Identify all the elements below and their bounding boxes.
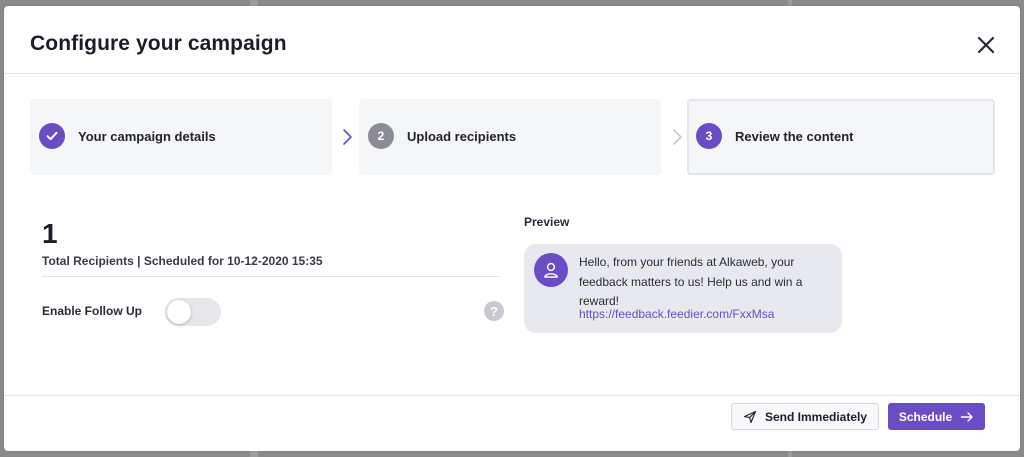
stepper: Your campaign details 2 Upload recipient… xyxy=(30,99,995,175)
step-circle-active: 3 xyxy=(696,123,722,149)
send-immediately-label: Send Immediately xyxy=(764,409,868,424)
step-label: Upload recipients xyxy=(407,129,517,144)
toggle-knob xyxy=(167,300,191,324)
close-button[interactable] xyxy=(974,33,998,57)
recipients-summary: Total Recipients | Scheduled for 10-12-2… xyxy=(42,254,323,268)
preview-label: Preview xyxy=(524,215,570,229)
follow-up-label: Enable Follow Up xyxy=(42,304,143,318)
schedule-button[interactable]: Schedule xyxy=(888,403,985,430)
send-immediately-button[interactable]: Send Immediately xyxy=(731,403,879,430)
user-icon xyxy=(544,262,558,278)
follow-up-toggle[interactable] xyxy=(165,298,221,326)
step-label: Your campaign details xyxy=(78,129,216,144)
step-review-content[interactable]: 3 Review the content xyxy=(687,99,995,175)
arrow-right-icon xyxy=(960,411,973,422)
close-icon xyxy=(977,36,995,54)
campaign-modal: Configure your campaign Your campaign de… xyxy=(4,6,1020,451)
preview-link[interactable]: https://feedback.feedier.com/FxxMsa xyxy=(579,307,774,321)
chevron-right-icon xyxy=(343,129,352,145)
modal-header: Configure your campaign xyxy=(4,6,1020,74)
modal-title: Configure your campaign xyxy=(30,32,287,55)
schedule-label: Schedule xyxy=(898,409,953,424)
step-circle-pending: 2 xyxy=(368,123,394,149)
step-upload-recipients[interactable]: 2 Upload recipients xyxy=(359,99,661,175)
check-icon xyxy=(46,131,58,141)
step-label: Review the content xyxy=(735,129,854,144)
message-preview: Hello, from your friends at Alkaweb, you… xyxy=(524,244,842,333)
divider xyxy=(42,276,499,277)
step-circle-done xyxy=(39,123,65,149)
recipient-count: 1 xyxy=(42,218,58,249)
preview-message: Hello, from your friends at Alkaweb, you… xyxy=(579,255,803,308)
avatar xyxy=(534,253,568,287)
paper-plane-icon xyxy=(743,410,757,423)
help-button[interactable]: ? xyxy=(484,301,504,321)
chevron-right-icon xyxy=(673,129,682,145)
step-campaign-details[interactable]: Your campaign details xyxy=(30,99,332,175)
question-icon: ? xyxy=(490,303,498,319)
